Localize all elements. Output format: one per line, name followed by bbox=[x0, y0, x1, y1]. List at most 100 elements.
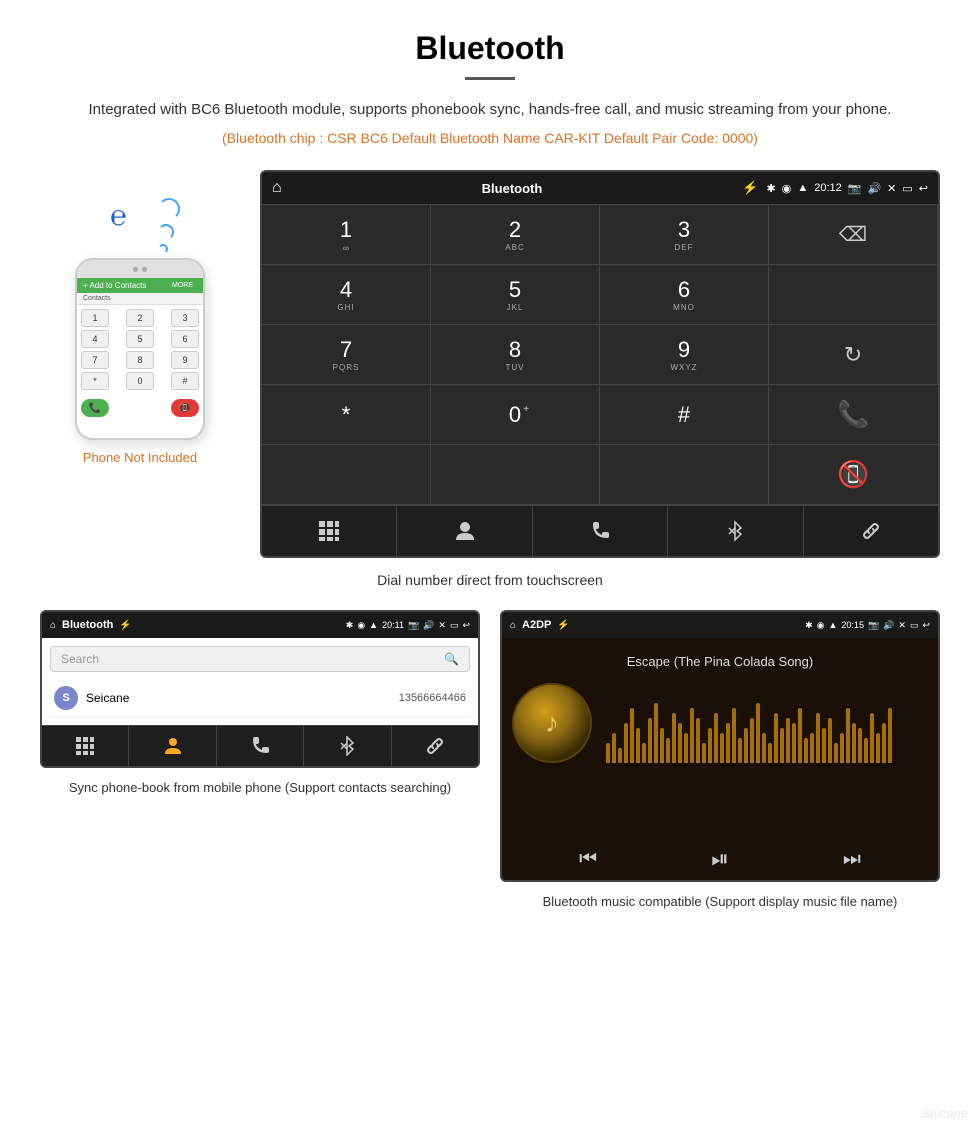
back-icon[interactable]: ↩ bbox=[919, 182, 928, 195]
wave-bar bbox=[744, 728, 748, 763]
music-play-pause-icon[interactable]: ⏯ bbox=[711, 846, 729, 872]
pb-win-icon: ▭ bbox=[450, 620, 459, 631]
wave-bar bbox=[666, 738, 670, 763]
window-icon: ▭ bbox=[902, 182, 912, 195]
wave-bar bbox=[648, 718, 652, 763]
volume-icon: 🔊 bbox=[867, 182, 881, 195]
phone-key-4[interactable]: 4 bbox=[81, 330, 109, 348]
wave-bar bbox=[852, 723, 856, 763]
car-screen-title: Bluetooth bbox=[290, 181, 735, 196]
pb-phone-btn[interactable] bbox=[217, 726, 304, 766]
music-home-icon[interactable]: ⌂ bbox=[510, 620, 516, 631]
dial-key-3[interactable]: 3 DEF bbox=[600, 205, 769, 265]
dial-key-7[interactable]: 7 PQRS bbox=[262, 325, 431, 385]
music-usb-icon: ⚡ bbox=[557, 620, 569, 631]
dial-key-5[interactable]: 5 JKL bbox=[431, 265, 600, 325]
dial-key-4[interactable]: 4 GHI bbox=[262, 265, 431, 325]
phone-key-6[interactable]: 6 bbox=[171, 330, 199, 348]
call-green-icon[interactable]: 📞 bbox=[837, 399, 869, 430]
dial-bottom-bar bbox=[262, 505, 938, 556]
page-title: Bluetooth bbox=[40, 30, 940, 67]
music-time: 20:15 bbox=[841, 620, 864, 631]
pb-person-btn[interactable] bbox=[129, 726, 216, 766]
dial-caption: Dial number direct from touchscreen bbox=[40, 572, 940, 588]
phone-key-0[interactable]: 0 bbox=[126, 372, 154, 390]
pb-bt-icon: ✱ bbox=[346, 620, 354, 631]
music-main-area: ♪ bbox=[512, 683, 928, 763]
music-back-icon[interactable]: ↩ bbox=[922, 620, 930, 631]
wifi-wave-large bbox=[158, 198, 180, 220]
title-divider bbox=[465, 77, 515, 80]
wave-bar bbox=[816, 713, 820, 763]
wave-bar bbox=[708, 728, 712, 763]
phonebook-caption-text: Sync phone-book from mobile phone (Suppo… bbox=[69, 780, 451, 795]
dial-key-star[interactable]: * bbox=[262, 385, 431, 445]
refresh-icon[interactable]: ↻ bbox=[844, 342, 862, 368]
dial-empty-4 bbox=[262, 445, 431, 505]
wave-bar bbox=[858, 728, 862, 763]
music-prev-icon[interactable]: ⏮ bbox=[579, 848, 597, 871]
pb-screen-title: Bluetooth bbox=[62, 619, 113, 631]
phonebook-panel: ⌂ Bluetooth ⚡ ✱ ◉ ▲ 20:11 📷 🔊 ✕ ▭ ↩ bbox=[40, 610, 480, 912]
search-box[interactable]: Search 🔍 bbox=[50, 646, 470, 672]
phone-image-container: ℮ + Add to Contacts MORE bbox=[40, 170, 240, 465]
dial-key-8[interactable]: 8 TUV bbox=[431, 325, 600, 385]
wave-bar bbox=[822, 728, 826, 763]
phone-key-3[interactable]: 3 bbox=[171, 309, 199, 327]
phone-end-button[interactable]: 📵 bbox=[171, 399, 199, 417]
phone-key-hash[interactable]: # bbox=[171, 372, 199, 390]
wave-bar bbox=[846, 708, 850, 763]
dial-bottom-grid-icon[interactable] bbox=[262, 506, 397, 556]
phone-key-star[interactable]: * bbox=[81, 372, 109, 390]
wave-bar bbox=[864, 738, 868, 763]
home-icon[interactable]: ⌂ bbox=[272, 179, 282, 197]
dial-key-1[interactable]: 1 ∞ bbox=[262, 205, 431, 265]
dial-bottom-link-icon[interactable] bbox=[804, 506, 938, 556]
contact-row[interactable]: S Seicane 13566664466 bbox=[50, 680, 470, 717]
wave-bar bbox=[630, 708, 634, 763]
wifi-wave-medium bbox=[158, 224, 174, 240]
pb-home-icon[interactable]: ⌂ bbox=[50, 620, 56, 631]
wave-bar bbox=[834, 743, 838, 763]
phone-keypad-row-2: 4 5 6 bbox=[81, 330, 199, 348]
phone-key-2[interactable]: 2 bbox=[126, 309, 154, 327]
phonebook-screen: ⌂ Bluetooth ⚡ ✱ ◉ ▲ 20:11 📷 🔊 ✕ ▭ ↩ bbox=[40, 610, 480, 768]
pb-back-icon[interactable]: ↩ bbox=[462, 620, 470, 631]
music-controls: ⏮ ⏯ ⏭ bbox=[502, 838, 938, 880]
dial-key-2[interactable]: 2 ABC bbox=[431, 205, 600, 265]
phone-call-button[interactable]: 📞 bbox=[81, 399, 109, 417]
dial-bottom-phone-icon[interactable] bbox=[533, 506, 668, 556]
phone-key-5[interactable]: 5 bbox=[126, 330, 154, 348]
phone-key-7[interactable]: 7 bbox=[81, 351, 109, 369]
pb-time: 20:11 bbox=[382, 620, 404, 631]
music-bt-icon: ✱ bbox=[805, 620, 813, 631]
wave-bar bbox=[606, 743, 610, 763]
dial-bottom-person-icon[interactable] bbox=[397, 506, 532, 556]
music-screen: ⌂ A2DP ⚡ ✱ ◉ ▲ 20:15 📷 🔊 ✕ ▭ ↩ bbox=[500, 610, 940, 882]
pb-link-btn[interactable] bbox=[392, 726, 478, 766]
wave-bar bbox=[756, 703, 760, 763]
music-next-icon[interactable]: ⏭ bbox=[843, 848, 861, 871]
phone-key-8[interactable]: 8 bbox=[126, 351, 154, 369]
close-icon: ✕ bbox=[887, 182, 896, 195]
dial-key-6[interactable]: 6 MNO bbox=[600, 265, 769, 325]
pb-bt-btn[interactable] bbox=[304, 726, 391, 766]
dial-key-0[interactable]: 0 + bbox=[431, 385, 600, 445]
dial-key-hash[interactable]: # bbox=[600, 385, 769, 445]
phone-key-9[interactable]: 9 bbox=[171, 351, 199, 369]
dial-key-9[interactable]: 9 WXYZ bbox=[600, 325, 769, 385]
music-caption-text: Bluetooth music compatible (Support disp… bbox=[543, 894, 898, 909]
music-status-icons: ✱ ◉ ▲ 20:15 📷 🔊 ✕ ▭ ↩ bbox=[805, 620, 930, 631]
dial-empty-1: ⌫ bbox=[769, 205, 938, 265]
hangup-icon[interactable]: 📵 bbox=[837, 459, 869, 490]
phone-contacts-label: Contacts bbox=[77, 293, 203, 305]
backspace-icon[interactable]: ⌫ bbox=[839, 222, 867, 247]
phone-key-1[interactable]: 1 bbox=[81, 309, 109, 327]
wave-bar bbox=[618, 748, 622, 763]
bottom-panels: ⌂ Bluetooth ⚡ ✱ ◉ ▲ 20:11 📷 🔊 ✕ ▭ ↩ bbox=[40, 610, 940, 912]
dial-bottom-bluetooth-icon[interactable] bbox=[668, 506, 803, 556]
pb-grid-btn[interactable] bbox=[42, 726, 129, 766]
music-vol-icon: 🔊 bbox=[883, 620, 894, 631]
wave-bar bbox=[792, 723, 796, 763]
dial-extra-row: 📵 bbox=[262, 445, 938, 505]
